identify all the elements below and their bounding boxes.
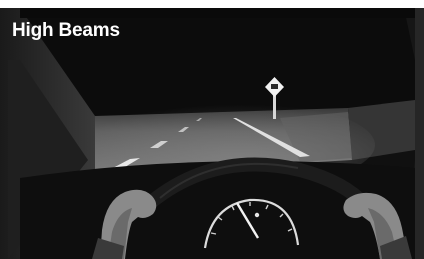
scene-caption: High Beams	[12, 20, 120, 41]
screenshot-frame: High Beams	[0, 0, 424, 259]
sign-symbol	[271, 84, 278, 89]
high-beam-indicator	[254, 212, 260, 218]
right-edge	[415, 8, 424, 259]
roof-liner	[20, 8, 415, 18]
top-border	[0, 0, 424, 8]
